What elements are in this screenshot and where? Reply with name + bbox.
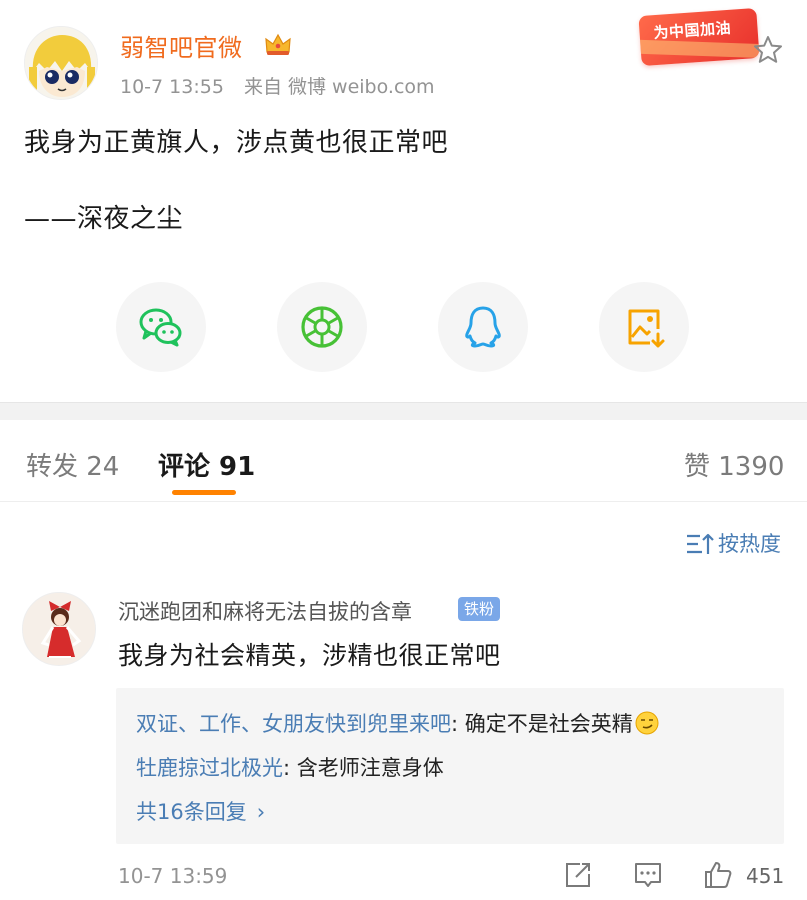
view-more-replies-link[interactable]: 共16条回复 › [136, 796, 265, 826]
author-avatar[interactable] [24, 26, 98, 100]
favorite-star-icon[interactable] [752, 34, 784, 66]
banner-text: 为中国加油 [652, 18, 732, 43]
post-card: 弱智吧官微 10-7 13:55 来自 微博 weibo.com 为中国加油 我… [0, 0, 807, 402]
active-tab-indicator [172, 490, 236, 495]
tab-comments[interactable]: 评论 91 [158, 446, 255, 483]
post-time: 10-7 13:55 [120, 76, 224, 98]
crown-icon [265, 33, 291, 55]
section-divider [0, 402, 807, 420]
comment-time: 10-7 13:59 [118, 864, 228, 888]
smirk-emoji-icon [635, 711, 659, 735]
share-wechat-button[interactable] [116, 282, 206, 372]
promo-banner[interactable]: 为中国加油 [638, 7, 760, 67]
chevron-right-icon: › [256, 800, 266, 824]
fan-badge: 铁粉 [458, 597, 501, 621]
post-source: 来自 微博 weibo.com [243, 76, 435, 98]
reply-item[interactable]: 牡鹿掠过北极光: 含老师注意身体 [136, 752, 444, 782]
comment-icon[interactable] [633, 860, 663, 890]
post-text-line: ——深夜之尘 [24, 204, 184, 234]
reply-author[interactable]: 双证、工作、女朋友快到兜里来吧 [136, 712, 451, 736]
save-image-icon [628, 309, 665, 348]
qq-icon [465, 306, 501, 348]
tab-likes[interactable]: 赞 1390 [684, 446, 784, 483]
commenter-avatar[interactable] [22, 592, 96, 666]
like-count: 451 [746, 864, 785, 888]
moments-icon [301, 306, 343, 348]
post-text-line: 我身为正黄旗人，涉点黄也很正常吧 [24, 128, 449, 158]
reply-text: : 确定不是社会英精 [451, 712, 633, 736]
sort-label: 按热度 [718, 532, 781, 556]
post-tabs: 转发 24 评论 91 赞 1390 [0, 420, 807, 502]
comment-text: 我身为社会精英，涉精也很正常吧 [118, 641, 501, 670]
author-name[interactable]: 弱智吧官微 [120, 28, 243, 63]
reply-text: : 含老师注意身体 [283, 756, 444, 780]
post-meta: 10-7 13:55 来自 微博 weibo.com [120, 72, 449, 99]
thumbs-up-icon[interactable] [703, 860, 733, 890]
repost-icon[interactable] [563, 860, 593, 890]
share-qq-button[interactable] [438, 282, 528, 372]
sort-icon [687, 533, 714, 554]
save-image-button[interactable] [599, 282, 689, 372]
wechat-icon [139, 308, 182, 347]
tab-repost[interactable]: 转发 24 [26, 446, 119, 483]
reply-author[interactable]: 牡鹿掠过北极光 [136, 756, 283, 780]
more-replies-label: 共16条回复 [136, 800, 247, 824]
replies-box[interactable]: 双证、工作、女朋友快到兜里来吧: 确定不是社会英精 牡鹿掠过北极光: 含老师注意… [116, 688, 784, 844]
commenter-name[interactable]: 沉迷跑团和麻将无法自拔的含章 [118, 596, 412, 626]
reply-item[interactable]: 双证、工作、女朋友快到兜里来吧: 确定不是社会英精 [136, 708, 659, 738]
share-moments-button[interactable] [277, 282, 367, 372]
